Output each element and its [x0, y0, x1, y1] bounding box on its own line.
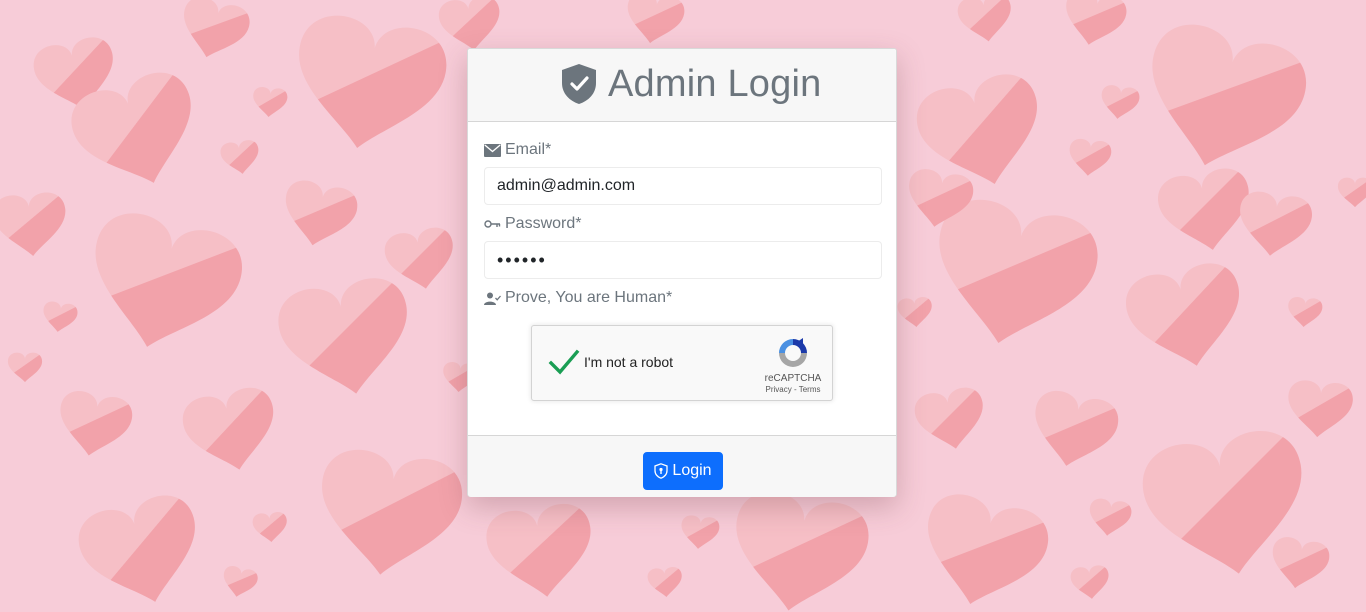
heart-decoration [277, 177, 361, 253]
captcha-label: Prove, You are Human* [484, 288, 672, 308]
heart-decoration [1058, 0, 1130, 52]
heart-decoration [174, 0, 254, 66]
heart-decoration [75, 205, 250, 365]
password-field[interactable]: •••••• [484, 241, 882, 279]
heart-decoration [310, 444, 467, 585]
heart-decoration [436, 0, 505, 55]
heart-decoration [1086, 497, 1133, 539]
title-wrap: Admin Login [560, 59, 821, 109]
heart-decoration [72, 488, 213, 612]
heart-decoration [251, 86, 289, 119]
password-label: Password* [484, 214, 581, 234]
shield-lock-icon [654, 463, 669, 479]
heart-decoration [1069, 564, 1111, 601]
heart-decoration [382, 224, 460, 295]
heart-decoration [911, 487, 1055, 612]
heart-decoration [219, 138, 262, 177]
heart-decoration [896, 296, 934, 329]
password-label-text: Password* [505, 215, 582, 232]
email-field[interactable] [484, 167, 882, 205]
heart-decoration [1098, 83, 1141, 122]
recaptcha-logo-icon [779, 338, 807, 367]
card-header: Admin Login [468, 49, 896, 122]
heart-decoration [912, 384, 990, 455]
heart-decoration [273, 272, 420, 405]
heart-decoration [1025, 386, 1123, 475]
login-card: Admin Login Email* Password* •••••• Prov… [467, 48, 897, 497]
email-label: Email* [484, 140, 551, 160]
heart-decoration [178, 383, 285, 480]
shield-check-icon [562, 64, 596, 104]
heart-decoration [1286, 296, 1324, 329]
heart-decoration [219, 564, 260, 601]
page-title: Admin Login [608, 63, 822, 105]
envelope-icon [484, 143, 501, 157]
heart-decoration [53, 388, 136, 462]
card-footer: Login [468, 435, 896, 497]
heart-decoration [483, 500, 600, 605]
recaptcha-brand: reCAPTCHA [764, 373, 822, 384]
heart-decoration [621, 0, 687, 49]
login-button-label: Login [672, 462, 712, 479]
person-check-icon [484, 292, 501, 305]
heart-decoration [1234, 189, 1315, 261]
heart-decoration [1067, 137, 1113, 178]
heart-decoration [0, 190, 70, 260]
recaptcha-checkbox-text: I'm not a robot [584, 354, 674, 370]
password-masked-value: •••••• [497, 249, 547, 270]
heart-decoration [1266, 534, 1332, 594]
key-icon [484, 220, 501, 228]
login-button[interactable]: Login [643, 452, 723, 490]
recaptcha-widget: I'm not a robot reCAPTCHA Privacy - Term… [531, 325, 833, 401]
recaptcha-checkmark-icon[interactable] [548, 348, 580, 378]
recaptcha-privacy-terms-links[interactable]: Privacy - Terms [754, 385, 832, 394]
heart-decoration [251, 511, 289, 544]
captcha-label-text: Prove, You are Human* [505, 289, 673, 306]
heart-decoration [1129, 15, 1315, 186]
heart-decoration [646, 566, 684, 599]
heart-decoration [1337, 177, 1366, 208]
heart-decoration [1285, 378, 1355, 440]
heart-decoration [7, 352, 43, 383]
email-label-text: Email* [505, 141, 552, 158]
heart-decoration [40, 300, 79, 335]
heart-decoration [679, 514, 721, 551]
heart-decoration [1120, 257, 1253, 378]
heart-decoration [722, 486, 874, 612]
heart-decoration [284, 9, 453, 161]
heart-decoration [955, 0, 1016, 46]
